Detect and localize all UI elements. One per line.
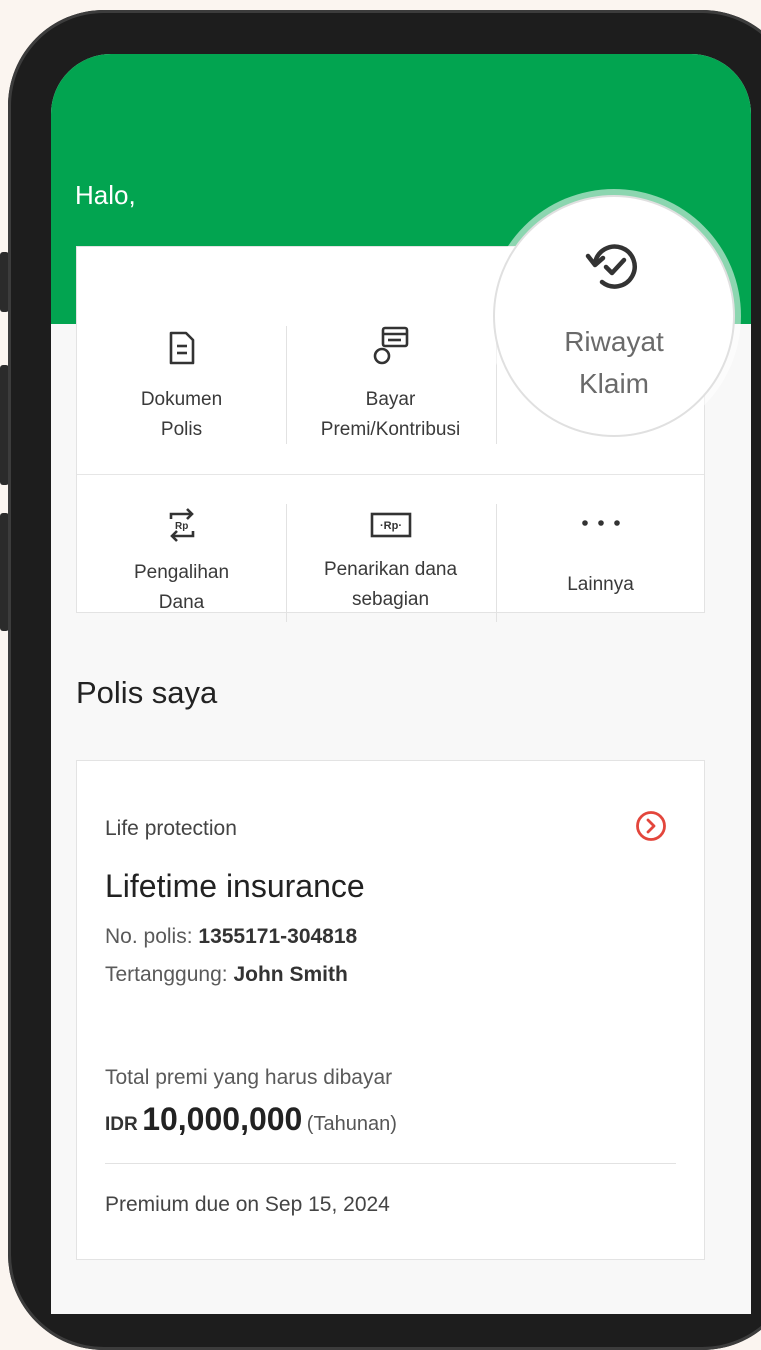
menu-label-line1: Bayar [365, 389, 416, 410]
section-title-polis-saya: Polis saya [76, 675, 218, 710]
withdrawal-icon: ·Rp· [286, 512, 495, 538]
insured-row: Tertanggung: John Smith [105, 963, 348, 987]
menu-label-line2: sebagian [351, 589, 430, 610]
menu-label-line1: Dokumen [140, 389, 223, 410]
policy-name: Lifetime insurance [105, 868, 365, 904]
policy-number-value: 1355171-304818 [198, 925, 358, 948]
document-icon [77, 331, 286, 365]
menu-label-line2: Premi/Kontribusi [320, 419, 461, 440]
policy-category: Life protection [105, 817, 237, 840]
premium-due-text: Premium due on Sep 15, 2024 [105, 1193, 390, 1216]
more-dots-icon [496, 519, 705, 527]
claim-history-icon [495, 239, 733, 295]
divider [105, 1163, 676, 1164]
phone-frame: Halo, Dokumen Polis Bayar Premi/Kontribu… [8, 10, 761, 1350]
menu-label-line1: Riwayat [564, 326, 664, 357]
premium-currency: IDR [105, 1114, 138, 1135]
premium-amount-row: IDR 10,000,000 (Tahunan) [105, 1101, 397, 1138]
pay-card-icon [286, 325, 495, 367]
menu-label-line2: Klaim [578, 368, 649, 399]
svg-text:·Rp·: ·Rp· [380, 520, 402, 532]
app-screen: Halo, Dokumen Polis Bayar Premi/Kontribu… [51, 54, 751, 1314]
chevron-right-circle-icon[interactable] [635, 810, 667, 842]
menu-item-pengalihan-dana[interactable]: Rp Pengalihan Dana [77, 475, 286, 657]
menu-item-riwayat-klaim[interactable]: Riwayat Klaim [493, 195, 735, 437]
premium-amount: 10,000,000 [142, 1101, 303, 1137]
svg-text:Rp: Rp [175, 521, 188, 532]
insured-label: Tertanggung: [105, 963, 228, 986]
greeting-text: Halo, [75, 180, 136, 210]
premium-period: (Tahunan) [306, 1113, 397, 1135]
menu-label-line2: Dana [158, 592, 205, 613]
policy-card[interactable]: Life protection Lifetime insurance No. p… [76, 760, 705, 1260]
menu-label: Lainnya [567, 574, 634, 595]
menu-label-line1: Penarikan dana [323, 559, 458, 580]
policy-number-row: No. polis: 1355171-304818 [105, 925, 357, 949]
insured-value: John Smith [233, 963, 348, 986]
fund-switch-icon: Rp [77, 505, 286, 545]
menu-item-dokumen-polis[interactable]: Dokumen Polis [77, 247, 286, 440]
menu-label-line1: Pengalihan [133, 562, 230, 583]
menu-item-penarikan-dana[interactable]: ·Rp· Penarikan dana sebagian [286, 475, 495, 657]
menu-label-line2: Polis [160, 419, 203, 440]
premium-label: Total premi yang harus dibayar [105, 1066, 393, 1089]
menu-item-bayar-premi[interactable]: Bayar Premi/Kontribusi [286, 247, 495, 440]
policy-number-label: No. polis: [105, 925, 193, 948]
menu-item-lainnya[interactable]: Lainnya [496, 475, 705, 657]
